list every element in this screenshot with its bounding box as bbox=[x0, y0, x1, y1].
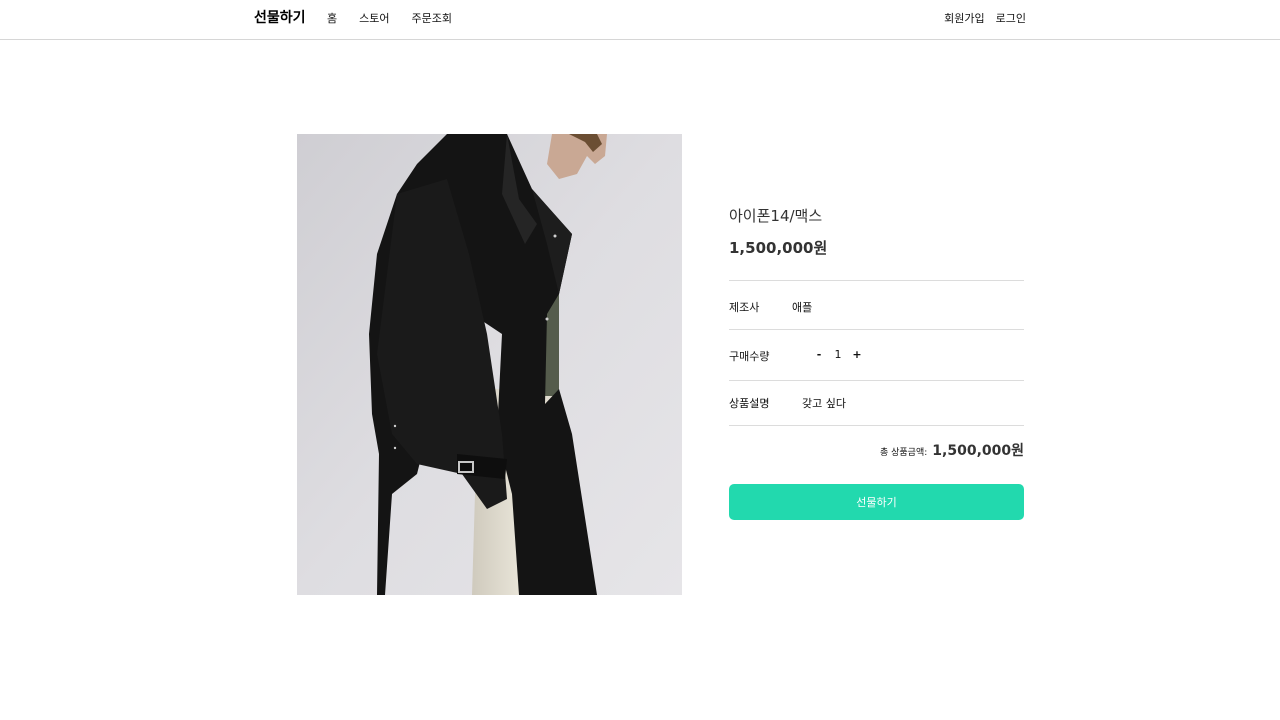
divider bbox=[729, 380, 1024, 381]
nav-store-link[interactable]: 스토어 bbox=[359, 10, 389, 26]
nav-home-link[interactable]: 홈 bbox=[327, 10, 337, 26]
total-price: 1,500,000원 bbox=[932, 443, 1024, 459]
quantity-value: 1 bbox=[834, 348, 842, 361]
description-label: 상품설명 bbox=[729, 397, 770, 410]
quantity-stepper: - 1 + bbox=[814, 348, 862, 361]
quantity-decrease-button[interactable]: - bbox=[814, 348, 824, 361]
main-nav: 홈 스토어 주문조회 bbox=[327, 10, 452, 26]
divider bbox=[729, 425, 1024, 426]
manufacturer-value: 애플 bbox=[792, 301, 813, 314]
product-name: 아이폰14/맥스 bbox=[729, 207, 823, 225]
login-link[interactable]: 로그인 bbox=[996, 10, 1026, 26]
product-image bbox=[297, 134, 682, 595]
product-price: 1,500,000원 bbox=[729, 239, 828, 257]
description-value: 갖고 싶다 bbox=[802, 397, 846, 410]
gift-button[interactable]: 선물하기 bbox=[729, 484, 1024, 520]
quantity-increase-button[interactable]: + bbox=[852, 348, 862, 361]
signup-link[interactable]: 회원가입 bbox=[944, 10, 984, 26]
auth-links: 회원가입 로그인 bbox=[944, 10, 1026, 26]
manufacturer-label: 제조사 bbox=[729, 301, 760, 314]
quantity-label: 구매수량 bbox=[729, 350, 770, 363]
nav-order-lookup-link[interactable]: 주문조회 bbox=[412, 10, 452, 26]
total-label: 총 상품금액: bbox=[879, 448, 928, 458]
top-nav-bar: 선물하기 홈 스토어 주문조회 회원가입 로그인 bbox=[0, 0, 1280, 40]
divider bbox=[729, 280, 1024, 281]
product-photo bbox=[297, 134, 682, 595]
total-price-row: 총 상품금액: 1,500,000원 bbox=[880, 440, 1024, 460]
divider bbox=[729, 329, 1024, 330]
site-logo[interactable]: 선물하기 bbox=[254, 7, 306, 27]
